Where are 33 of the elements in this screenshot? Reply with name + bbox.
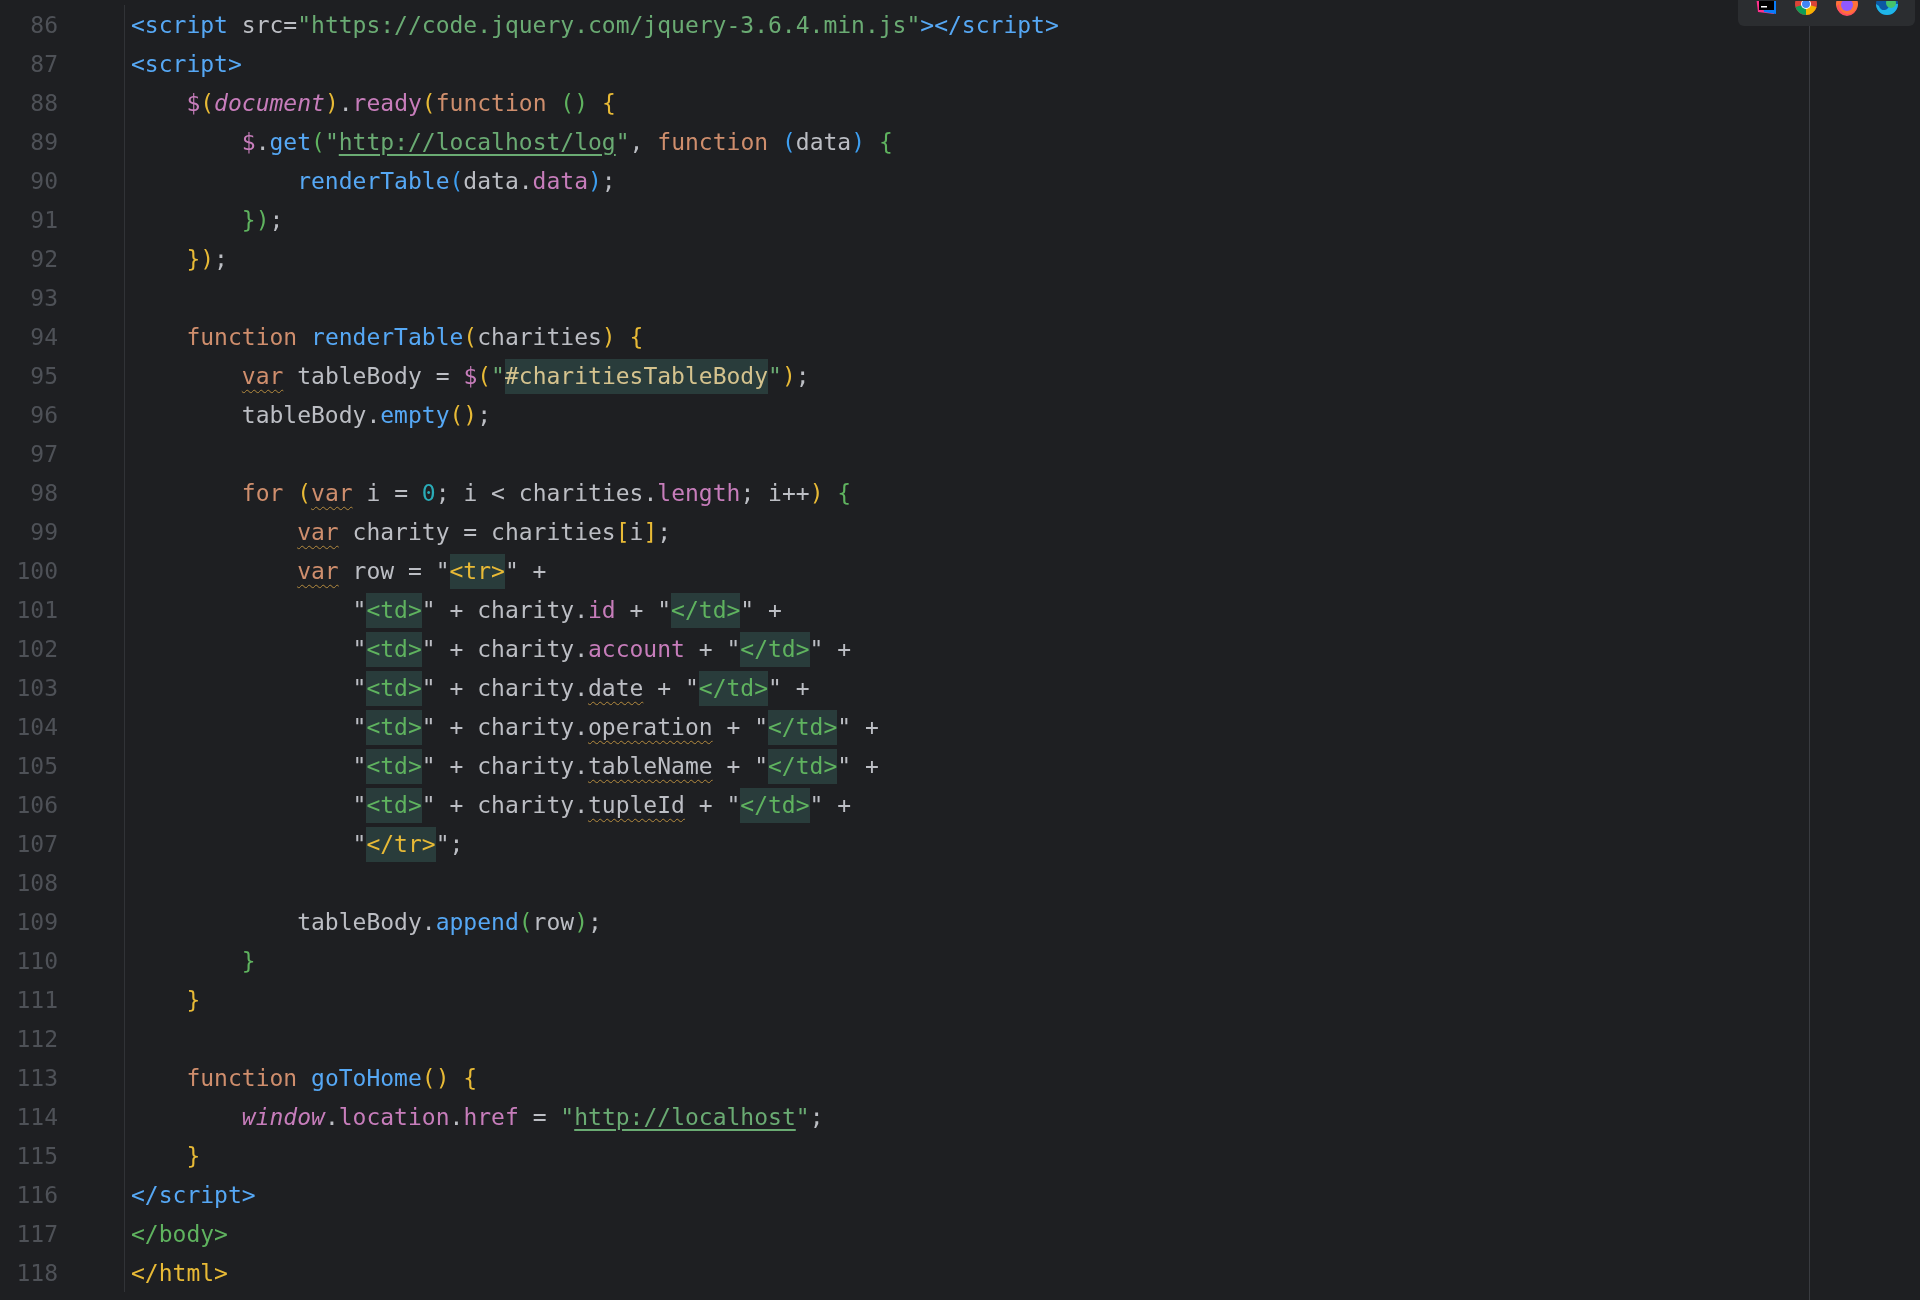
code-line: var tableBody = $("#charitiesTableBody");	[131, 360, 810, 391]
code-line: "<td>" + charity.account + "</td>" +	[131, 633, 852, 664]
code-line: function goToHome() {	[185, 1063, 478, 1093]
code-line: <script src="https://code.jquery.com/jquery-3.6.4.min.js"></script>	[131, 10, 1059, 40]
browser-icon[interactable]	[1794, 1, 1819, 16]
code-line: $(document).ready(function () {	[185, 88, 616, 118]
code-line: }	[185, 1141, 201, 1171]
code-line: });	[240, 205, 284, 235]
code-line: window.location.href = "http://localhost";	[240, 1102, 824, 1132]
code-line: var charity = charities[i];	[296, 517, 672, 547]
browser-icon[interactable]	[1874, 1, 1899, 16]
code-line: "<td>" + charity.tupleId + "</td>" +	[131, 789, 852, 820]
code-line: tableBody.append(row);	[296, 907, 602, 937]
code-line: $.get("http://localhost/log", function (data) {	[240, 127, 893, 157]
code-line: <script>	[131, 49, 242, 79]
code-line: "<td>" + charity.id + "</td>" +	[131, 594, 782, 625]
ide-icon[interactable]	[1754, 1, 1779, 16]
code-line: </html>	[131, 1258, 228, 1288]
code-line: "<td>" + charity.tableName + "</td>" +	[131, 750, 879, 781]
code-line: var row = "<tr>" +	[131, 555, 547, 586]
code-line: "<td>" + charity.operation + "</td>" +	[131, 711, 879, 742]
code-line: tableBody.empty();	[240, 400, 492, 430]
code-line: }	[185, 985, 201, 1015]
code-line: function renderTable(charities) {	[185, 322, 644, 352]
code-line: "</tr>";	[131, 828, 464, 859]
code-line: "<td>" + charity.date + "</td>" +	[131, 672, 810, 703]
code-line: });	[185, 244, 228, 274]
code-line: renderTable(data.data);	[296, 166, 616, 196]
code-line: </body>	[131, 1219, 228, 1249]
browser-icon[interactable]	[1834, 1, 1859, 16]
code-line: </script>	[131, 1180, 256, 1210]
code-line: }	[240, 946, 256, 976]
code-line: for (var i = 0; i < charities.length; i++) {	[240, 478, 852, 508]
